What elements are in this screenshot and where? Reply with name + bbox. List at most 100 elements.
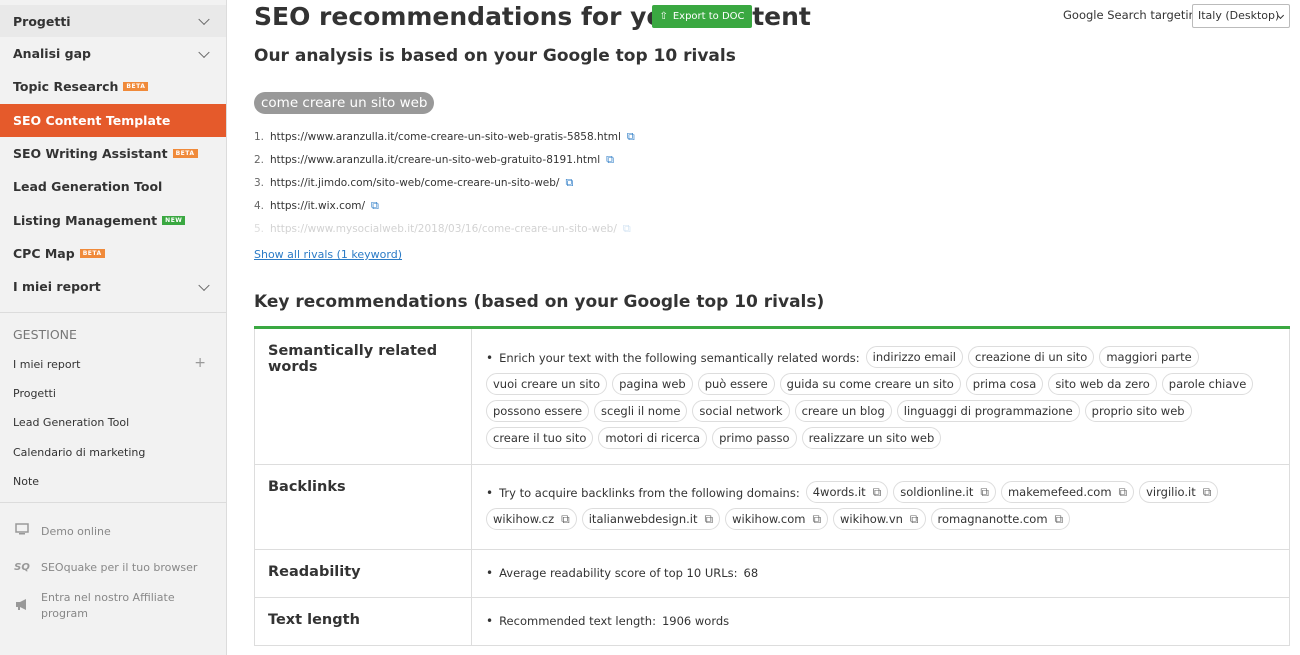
semantic-word-tag: linguaggi di programmazione [896, 400, 1080, 422]
backlink-domain-tag[interactable]: wikihow.cz ⧉ [486, 508, 577, 530]
footer-label: SEOquake per il tuo browser [41, 560, 198, 574]
external-link-icon[interactable]: ⧉ [606, 153, 614, 167]
sub-item-label: I miei report [13, 357, 81, 371]
rival-item: 4. https://it.wix.com/ ⧉ [254, 199, 379, 213]
semantic-word-tag: vuoi creare un sito [486, 373, 608, 395]
footer-item-demo-online[interactable]: Demo online [0, 521, 226, 541]
footer-item-seoquake[interactable]: SQ SEOquake per il tuo browser [0, 557, 226, 577]
sub-item-label: Note [13, 475, 40, 489]
external-link-icon[interactable]: ⧉ [705, 512, 714, 527]
semantic-word-tag: sito web da zero [1048, 373, 1157, 395]
sub-item-progetti[interactable]: Progetti [0, 379, 226, 408]
readability-value: 68 [743, 566, 759, 580]
sub-item-label: Progetti [13, 386, 56, 400]
sub-item-lead-generation-tool[interactable]: Lead Generation Tool [0, 408, 226, 437]
external-link-icon[interactable]: ⧉ [565, 176, 573, 190]
show-all-rivals-link[interactable]: Show all rivals (1 keyword) [254, 248, 402, 261]
keyword-pill[interactable]: come creare un sito web [254, 92, 435, 114]
nav-item-seo-writing-assistant[interactable]: SEO Writing Assistant BETA [0, 137, 226, 170]
sub-item-calendario-marketing[interactable]: Calendario di marketing [0, 438, 226, 467]
external-link-icon[interactable]: ⧉ [873, 485, 882, 500]
nav-item-listing-management[interactable]: Listing Management NEW [0, 203, 226, 236]
external-link-icon[interactable]: ⧉ [980, 485, 989, 500]
domain-label: wikihow.vn [840, 512, 903, 526]
main-content: SEO recommendations for your content ⇧ E… [254, 0, 1290, 655]
rival-url[interactable]: https://www.mysocialweb.it/2018/03/16/co… [270, 223, 617, 235]
backlink-domain-tag[interactable]: italianwebdesign.it ⧉ [581, 508, 721, 530]
rival-number: 2. [254, 154, 265, 166]
semantic-word-tag: social network [692, 400, 790, 422]
semantic-intro: Enrich your text with the following sema… [499, 350, 860, 365]
external-link-icon[interactable]: ⧉ [812, 512, 821, 527]
sub-item-i-miei-report[interactable]: I miei report + [0, 349, 226, 378]
analysis-subtitle: Our analysis is based on your Google top… [254, 46, 736, 66]
row-body: • Try to acquire backlinks from the foll… [472, 465, 1289, 549]
divider [0, 502, 226, 504]
external-link-icon[interactable]: ⧉ [1203, 485, 1212, 500]
domain-label: makemefeed.com [1007, 485, 1112, 499]
rival-number: 5. [254, 223, 265, 235]
chevron-down-icon[interactable] [198, 46, 210, 58]
backlink-domain-tag[interactable]: wikihow.vn ⧉ [833, 508, 926, 530]
bullet: • [486, 566, 494, 580]
external-link-icon[interactable]: ⧉ [910, 512, 919, 527]
semantic-word-tag: può essere [697, 373, 775, 395]
external-link-icon[interactable]: ⧉ [1055, 512, 1064, 527]
backlink-domain-tag[interactable]: wikihow.com ⧉ [725, 508, 829, 530]
semantic-word-tag: creazione di un sito [968, 346, 1095, 368]
backlink-domains-list: • Try to acquire backlinks from the foll… [486, 479, 1279, 533]
nav-item-analisi-gap[interactable]: Analisi gap [0, 37, 226, 70]
footer-item-affiliate[interactable]: Entra nel nostro Affiliate program [0, 589, 226, 623]
beta-badge: BETA [79, 248, 105, 258]
chevron-down-icon[interactable] [198, 13, 210, 26]
sub-item-label: Lead Generation Tool [13, 416, 130, 430]
table-row-backlinks: Backlinks • Try to acquire backlinks fro… [254, 465, 1290, 550]
external-link-icon[interactable]: ⧉ [1119, 485, 1128, 500]
semantic-word-tag: creare il tuo sito [486, 427, 594, 449]
backlink-domain-tag[interactable]: romagnanotte.com ⧉ [930, 508, 1071, 530]
domain-label: soldionline.it [900, 485, 974, 499]
semantic-words-list: • Enrich your text with the following se… [486, 344, 1279, 452]
nav-label: Progetti [13, 13, 71, 29]
rival-url[interactable]: https://it.wix.com/ [270, 200, 365, 212]
nav-item-lead-generation-tool[interactable]: Lead Generation Tool [0, 170, 226, 203]
rival-url[interactable]: https://www.aranzulla.it/come-creare-un-… [270, 131, 621, 143]
recommendations-table: Semantically related words • Enrich your… [254, 326, 1290, 646]
external-link-icon[interactable]: ⧉ [371, 199, 379, 213]
nav-item-topic-research[interactable]: Topic Research BETA [0, 70, 226, 103]
external-link-icon[interactable]: ⧉ [623, 222, 631, 236]
footer-label: Entra nel nostro Affiliate program [41, 591, 175, 621]
rival-url[interactable]: https://www.aranzulla.it/creare-un-sito-… [270, 154, 600, 166]
backlink-domain-tag[interactable]: makemefeed.com ⧉ [1000, 481, 1135, 503]
nav-item-seo-content-template[interactable]: SEO Content Template [0, 103, 226, 137]
backlink-domain-tag[interactable]: virgilio.it ⧉ [1139, 481, 1219, 503]
sub-item-note[interactable]: Note [0, 467, 226, 496]
plus-icon[interactable]: + [194, 356, 206, 370]
chevron-down-icon[interactable] [198, 279, 210, 291]
backlinks-intro: Try to acquire backlinks from the follow… [499, 485, 800, 500]
rival-number: 3. [254, 177, 265, 189]
domain-label: romagnanotte.com [937, 512, 1048, 526]
backlink-domain-tag[interactable]: 4words.it ⧉ [805, 481, 889, 503]
table-row-readability: Readability • Average readability score … [254, 550, 1290, 598]
semantic-word-tag: prima cosa [965, 373, 1044, 395]
external-link-icon[interactable]: ⧉ [561, 512, 570, 527]
external-link-icon[interactable]: ⧉ [627, 130, 635, 144]
nav-item-progetti[interactable]: Progetti [0, 5, 226, 37]
semantic-word-tag: creare un blog [794, 400, 892, 422]
domain-label: wikihow.com [732, 512, 806, 526]
upload-icon: ⇧ [659, 11, 668, 22]
nav-item-cpc-map[interactable]: CPC Map BETA [0, 237, 226, 270]
nav-label: CPC Map [13, 245, 75, 261]
monitor-icon [13, 523, 31, 539]
nav-item-i-miei-report[interactable]: I miei report [0, 270, 226, 303]
nav-label: SEO Content Template [13, 112, 171, 128]
readability-label: Average readability score of top 10 URLs… [499, 566, 738, 580]
rival-url[interactable]: https://it.jimdo.com/sito-web/come-crear… [270, 177, 559, 189]
backlink-domain-tag[interactable]: soldionline.it ⧉ [893, 481, 996, 503]
rival-item: 2. https://www.aranzulla.it/creare-un-si… [254, 153, 614, 167]
semantic-word-tag: scegli il nome [594, 400, 688, 422]
targeting-select[interactable]: Italy (Desktop) [1192, 4, 1290, 28]
export-to-doc-button[interactable]: ⇧ Export to DOC [652, 5, 752, 28]
semantic-word-tag: maggiori parte [1099, 346, 1199, 368]
